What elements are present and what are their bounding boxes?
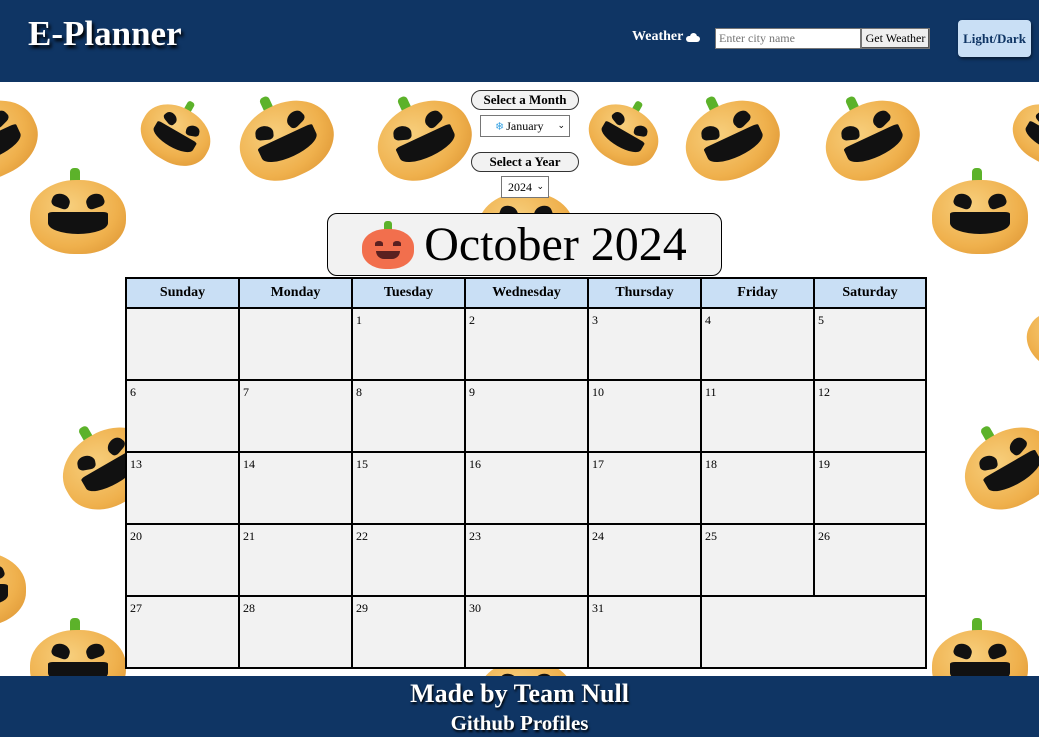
- day-cell[interactable]: 14: [238, 451, 353, 525]
- calendar-week-row: 27 28 29 30 31: [125, 595, 927, 669]
- day-cell[interactable]: 9: [464, 379, 589, 453]
- day-cell[interactable]: 30: [464, 595, 589, 669]
- day-cell[interactable]: 3: [587, 307, 702, 381]
- pumpkin-decoration: [808, 82, 932, 195]
- pumpkin-decoration: [130, 85, 226, 177]
- day-cell[interactable]: 29: [351, 595, 466, 669]
- day-cell[interactable]: 27: [125, 595, 240, 669]
- city-input[interactable]: [715, 28, 861, 49]
- header-bar: E-Planner Weather Get Weather Light/Dark: [0, 0, 1039, 82]
- day-cell[interactable]: 25: [700, 523, 815, 597]
- day-cell[interactable]: 18: [700, 451, 815, 525]
- year-select-value: 2024: [508, 179, 532, 194]
- day-cell[interactable]: 12: [813, 379, 927, 453]
- pumpkin-icon: [362, 220, 415, 269]
- empty-day-cell: [700, 595, 927, 669]
- day-cell[interactable]: 20: [125, 523, 240, 597]
- day-cell[interactable]: 6: [125, 379, 240, 453]
- day-cell[interactable]: 22: [351, 523, 466, 597]
- chevron-down-icon: ⌄: [536, 181, 544, 191]
- cloud-icon: [686, 32, 701, 42]
- day-cell[interactable]: 2: [464, 307, 589, 381]
- month-select[interactable]: ❄ January ⌄: [480, 115, 570, 137]
- month-select-value: January: [506, 118, 544, 133]
- day-cell[interactable]: 24: [587, 523, 702, 597]
- day-cell[interactable]: 31: [587, 595, 702, 669]
- weather-label: Weather: [632, 29, 701, 45]
- day-cell[interactable]: 15: [351, 451, 466, 525]
- weekday-header: Monday: [238, 277, 353, 309]
- day-cell[interactable]: 4: [700, 307, 815, 381]
- app-title: E-Planner: [28, 14, 182, 53]
- year-select[interactable]: 2024 ⌄: [501, 176, 549, 198]
- day-cell[interactable]: 11: [700, 379, 815, 453]
- day-cell[interactable]: 17: [587, 451, 702, 525]
- light-dark-toggle-button[interactable]: Light/Dark: [958, 20, 1031, 57]
- pumpkin-decoration: [945, 402, 1039, 525]
- weather-label-text: Weather: [632, 29, 684, 44]
- pumpkin-decoration: [932, 618, 1028, 676]
- weekday-header: Thursday: [587, 277, 702, 309]
- weekday-header: Tuesday: [351, 277, 466, 309]
- pumpkin-decoration: [0, 540, 26, 626]
- pumpkin-decoration: [30, 618, 126, 676]
- calendar-title-box: October 2024: [327, 213, 722, 276]
- select-month-label: Select a Month: [471, 90, 579, 110]
- footer-bar: Made by Team Null Github Profiles: [0, 676, 1039, 737]
- select-year-label: Select a Year: [471, 152, 579, 172]
- pumpkin-decoration: [1002, 85, 1039, 177]
- pumpkin-decoration: [360, 82, 484, 195]
- day-cell[interactable]: 7: [238, 379, 353, 453]
- day-cell[interactable]: 28: [238, 595, 353, 669]
- weekday-header: Saturday: [813, 277, 927, 309]
- day-cell[interactable]: 8: [351, 379, 466, 453]
- day-cell[interactable]: 5: [813, 307, 927, 381]
- get-weather-button[interactable]: Get Weather: [861, 28, 930, 49]
- chevron-down-icon: ⌄: [557, 120, 565, 130]
- weekday-header: Sunday: [125, 277, 240, 309]
- calendar-week-row: 6 7 8 9 10 11 12: [125, 379, 927, 453]
- day-cell[interactable]: 23: [464, 523, 589, 597]
- day-cell[interactable]: [125, 307, 240, 381]
- pumpkin-decoration: [668, 82, 792, 195]
- weekday-header-row: Sunday Monday Tuesday Wednesday Thursday…: [125, 277, 927, 309]
- snowflake-icon: ❄: [495, 120, 505, 133]
- day-cell[interactable]: 13: [125, 451, 240, 525]
- pumpkin-decoration: [932, 168, 1028, 254]
- calendar-week-row: 13 14 15 16 17 18 19: [125, 451, 927, 525]
- day-cell[interactable]: 19: [813, 451, 927, 525]
- pumpkin-decoration: [1016, 293, 1039, 385]
- calendar-week-row: 1 2 3 4 5: [125, 307, 927, 381]
- day-cell[interactable]: 1: [351, 307, 466, 381]
- calendar-grid: Sunday Monday Tuesday Wednesday Thursday…: [125, 277, 927, 669]
- day-cell[interactable]: 10: [587, 379, 702, 453]
- pumpkin-decoration: [222, 82, 346, 195]
- pumpkin-decoration: [578, 85, 674, 177]
- day-cell[interactable]: 21: [238, 523, 353, 597]
- github-profiles-heading: Github Profiles: [450, 711, 589, 735]
- weekday-header: Wednesday: [464, 277, 589, 309]
- footer-title: Made by Team Null: [410, 679, 629, 708]
- calendar-title: October 2024: [424, 218, 687, 271]
- day-cell[interactable]: 26: [813, 523, 927, 597]
- day-cell[interactable]: [238, 307, 353, 381]
- calendar-week-row: 20 21 22 23 24 25 26: [125, 523, 927, 597]
- pumpkin-decoration: [30, 168, 126, 254]
- weekday-header: Friday: [700, 277, 815, 309]
- day-cell[interactable]: 16: [464, 451, 589, 525]
